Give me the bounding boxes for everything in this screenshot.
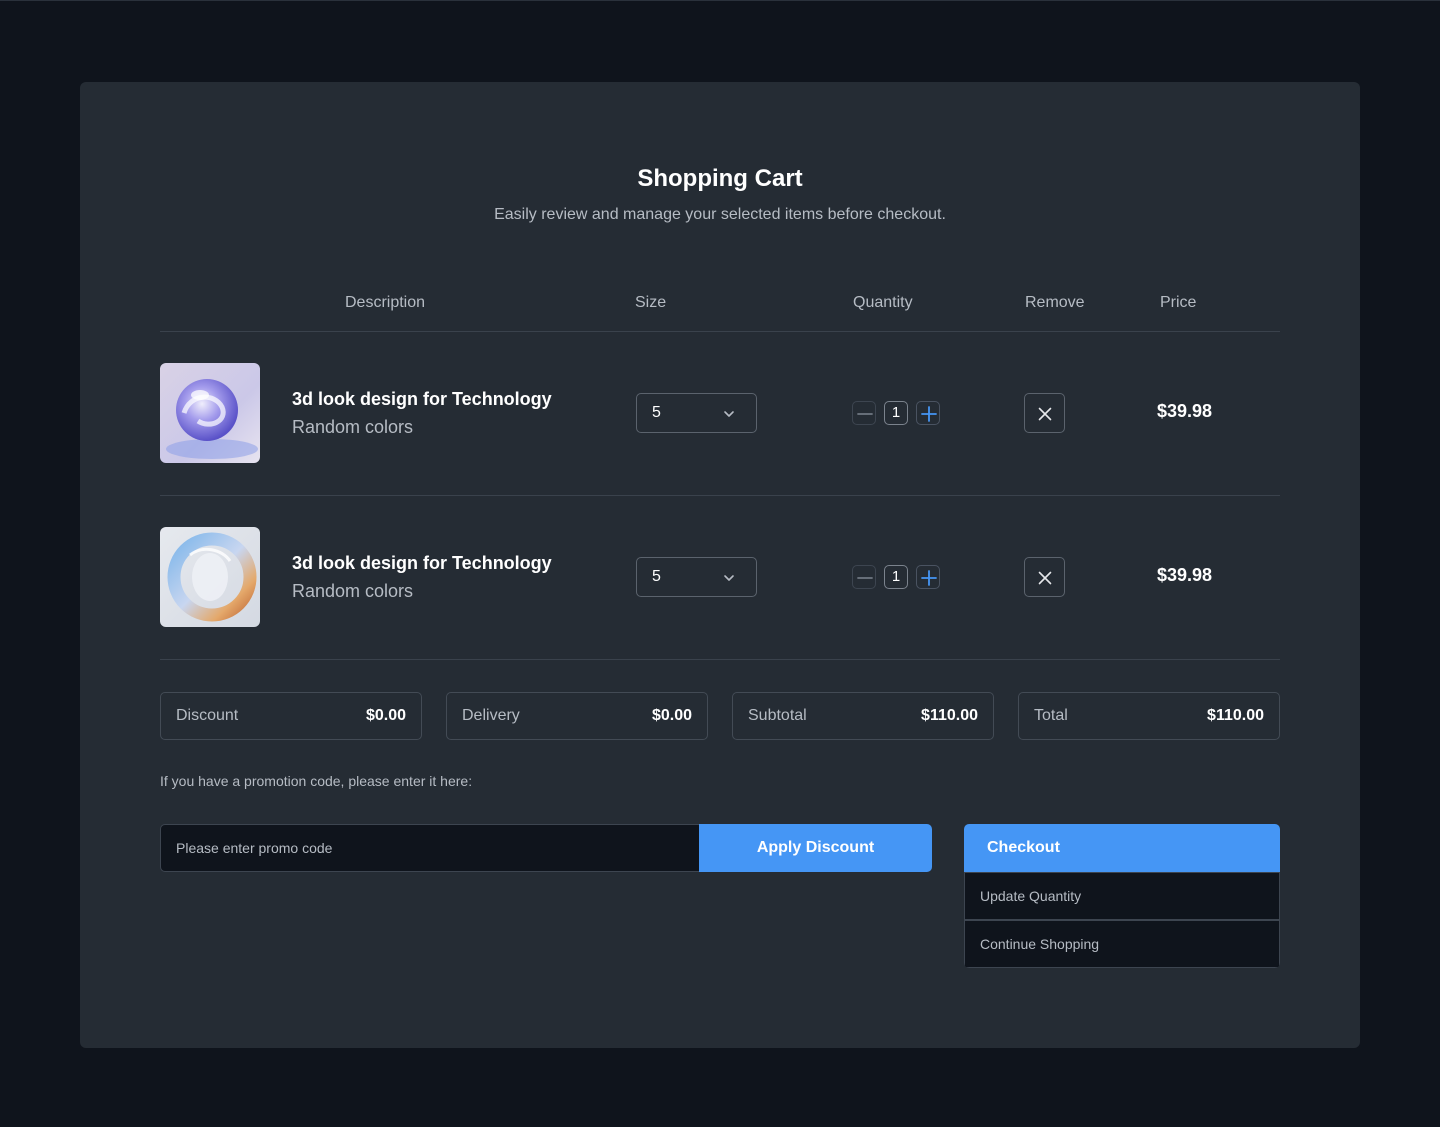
quantity-value[interactable]: 1 <box>884 401 908 425</box>
product-variant: Random colors <box>292 581 414 601</box>
size-value: 5 <box>652 568 661 585</box>
product-thumbnail[interactable] <box>160 363 260 463</box>
apply-discount-button[interactable]: Apply Discount <box>699 824 932 872</box>
remove-item-button[interactable] <box>1024 393 1065 433</box>
summary-value: $0.00 <box>651 707 692 724</box>
row-divider <box>160 659 1280 660</box>
product-variant: Random colors <box>292 417 414 437</box>
summary-label: Total <box>1034 707 1068 724</box>
promo-label: If you have a promotion code, please ent… <box>160 773 473 789</box>
cart-row: 3d look design for Technology Random col… <box>160 363 1280 463</box>
chevron-down-icon <box>721 406 737 427</box>
quantity-decrease-button[interactable] <box>852 401 876 425</box>
cart-card: Shopping Cart Easily review and manage y… <box>80 82 1360 1048</box>
column-header-description: Description <box>345 294 426 311</box>
summary-value: $110.00 <box>1207 707 1264 724</box>
size-select[interactable]: 5 <box>636 557 757 597</box>
column-header-quantity: Quantity <box>853 294 913 311</box>
cart-actions: Checkout Update Quantity Continue Shoppi… <box>964 824 1280 968</box>
quantity-increase-button[interactable] <box>916 565 940 589</box>
size-value: 5 <box>652 404 661 421</box>
column-header-price: Price <box>1160 294 1197 311</box>
promo-code-input[interactable] <box>160 824 700 872</box>
cart-row: 3d look design for Technology Random col… <box>160 527 1280 627</box>
size-select[interactable]: 5 <box>636 393 757 433</box>
subtotal-summary: Subtotal $110.00 <box>732 692 994 740</box>
item-price: $39.98 <box>1157 565 1213 585</box>
quantity-value[interactable]: 1 <box>884 565 908 589</box>
summary-value: $110.00 <box>921 707 978 724</box>
delivery-summary: Delivery $0.00 <box>446 692 708 740</box>
summary-label: Subtotal <box>748 707 807 724</box>
page-background: Shopping Cart Easily review and manage y… <box>0 0 1440 1127</box>
product-name: 3d look design for Technology <box>292 553 552 573</box>
chevron-down-icon <box>721 570 737 591</box>
summary-label: Discount <box>176 707 239 724</box>
quantity-decrease-button[interactable] <box>852 565 876 589</box>
checkout-button[interactable]: Checkout <box>964 824 1280 872</box>
page-title: Shopping Cart <box>637 165 803 192</box>
summary-label: Delivery <box>462 707 520 724</box>
update-quantity-button[interactable]: Update Quantity <box>964 872 1280 920</box>
product-name: 3d look design for Technology <box>292 389 552 409</box>
summary-value: $0.00 <box>365 707 406 724</box>
product-thumbnail[interactable] <box>160 527 260 627</box>
column-header-size: Size <box>635 294 667 311</box>
page-subtitle: Easily review and manage your selected i… <box>494 206 946 223</box>
remove-item-button[interactable] <box>1024 557 1065 597</box>
total-summary: Total $110.00 <box>1018 692 1280 740</box>
column-header-remove: Remove <box>1025 294 1085 311</box>
continue-shopping-button[interactable]: Continue Shopping <box>964 920 1280 968</box>
discount-summary: Discount $0.00 <box>160 692 422 740</box>
row-divider <box>160 495 1280 496</box>
item-price: $39.98 <box>1157 401 1213 421</box>
header-divider <box>160 331 1280 332</box>
quantity-increase-button[interactable] <box>916 401 940 425</box>
